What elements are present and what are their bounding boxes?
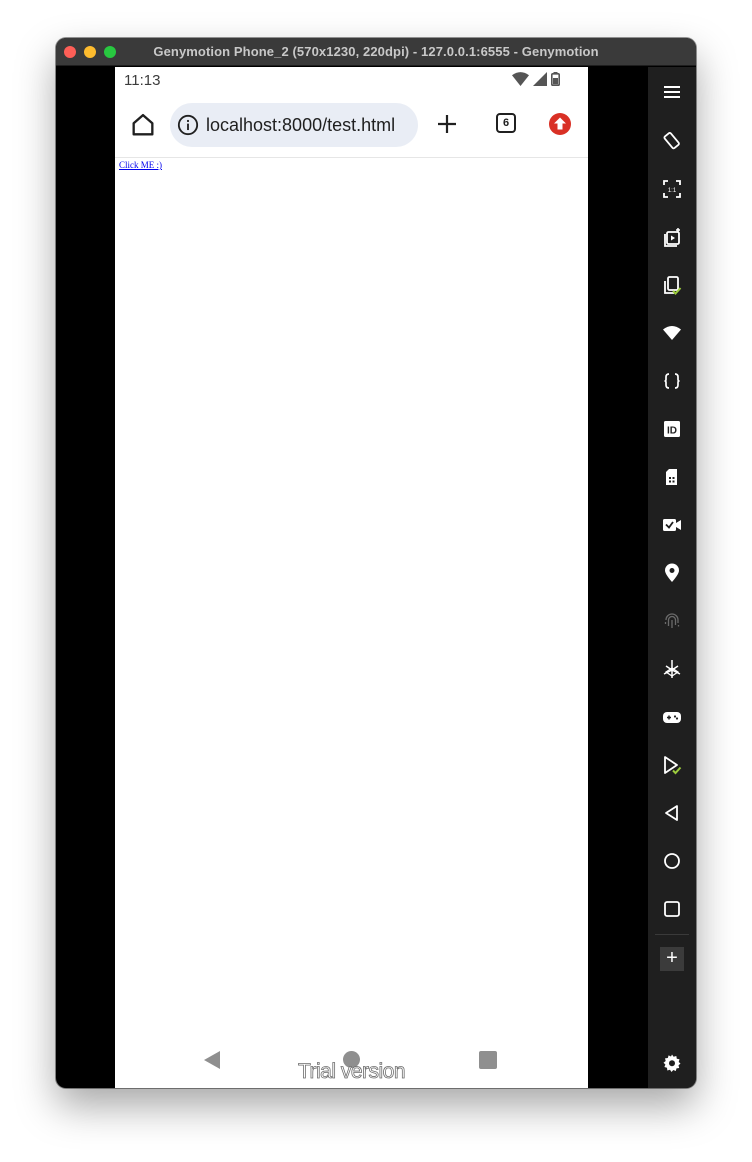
svg-text:ID: ID bbox=[667, 426, 677, 437]
trial-watermark: Trial version bbox=[297, 1060, 406, 1084]
id-icon[interactable]: ID bbox=[662, 419, 682, 439]
click-me-link[interactable]: Click ME :) bbox=[119, 160, 162, 170]
rotate-icon[interactable] bbox=[662, 131, 682, 151]
wifi-status-icon bbox=[512, 72, 529, 86]
url-text[interactable]: localhost:8000/test.html bbox=[206, 115, 395, 136]
status-bar: 11:13 bbox=[115, 67, 588, 93]
pixel-perfect-icon[interactable]: 1:1 bbox=[662, 179, 682, 199]
window-title: Genymotion Phone_2 (570x1230, 220dpi) - … bbox=[153, 44, 599, 59]
menu-icon[interactable] bbox=[662, 82, 682, 102]
fingerprint-icon[interactable] bbox=[662, 611, 682, 631]
title-bar[interactable]: Genymotion Phone_2 (570x1230, 220dpi) - … bbox=[56, 38, 696, 66]
signal-icon bbox=[533, 72, 547, 86]
sim-icon[interactable] bbox=[662, 467, 682, 487]
phone-screen[interactable]: 11:13 localhost:8000/test.html 6 Click M… bbox=[115, 67, 588, 1088]
home-icon[interactable] bbox=[129, 111, 157, 139]
side-separator bbox=[655, 934, 689, 935]
gamepad-icon[interactable] bbox=[662, 707, 682, 727]
address-bar[interactable]: localhost:8000/test.html bbox=[170, 103, 418, 147]
back-icon[interactable] bbox=[662, 803, 682, 823]
screen-record-icon[interactable] bbox=[662, 227, 682, 247]
new-tab-icon[interactable] bbox=[435, 112, 459, 136]
recent-apps-icon[interactable] bbox=[662, 899, 682, 919]
tab-switcher-button[interactable]: 6 bbox=[496, 113, 516, 133]
update-icon[interactable] bbox=[548, 112, 572, 136]
info-icon[interactable] bbox=[177, 114, 199, 136]
camera-icon[interactable] bbox=[662, 515, 682, 535]
wifi-icon[interactable] bbox=[662, 323, 682, 343]
browser-toolbar: localhost:8000/test.html 6 bbox=[115, 97, 588, 155]
json-icon[interactable] bbox=[662, 371, 682, 391]
add-icon[interactable]: + bbox=[660, 947, 684, 971]
location-icon[interactable] bbox=[662, 563, 682, 583]
emulator-window: Genymotion Phone_2 (570x1230, 220dpi) - … bbox=[56, 38, 696, 1088]
settings-icon[interactable] bbox=[662, 1053, 682, 1073]
svg-text:1:1: 1:1 bbox=[668, 188, 677, 194]
toolbar-divider bbox=[115, 157, 588, 158]
home-icon[interactable] bbox=[662, 851, 682, 871]
motion-sensor-icon[interactable] bbox=[662, 659, 682, 679]
capture-icon[interactable] bbox=[662, 755, 682, 775]
status-icons bbox=[512, 72, 560, 86]
battery-icon bbox=[551, 72, 560, 86]
genymotion-toolbar: 1:1 ID + bbox=[648, 67, 696, 1088]
clipboard-icon[interactable] bbox=[662, 275, 682, 295]
status-time: 11:13 bbox=[124, 72, 161, 89]
